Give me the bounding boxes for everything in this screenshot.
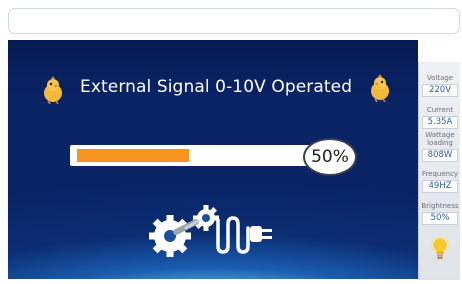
- stat-brightness: Brightness 50%: [419, 202, 461, 225]
- stat-label: Brightness: [421, 202, 459, 210]
- stat-wattage-loading: Wattage loading 808W: [419, 131, 461, 162]
- top-address-bar: [8, 8, 460, 34]
- status-side-panel: Voltage 220V Current 5.35A Wattage loadi…: [418, 62, 460, 280]
- progress-percent-badge: 50%: [303, 138, 357, 176]
- stat-value: 49HZ: [422, 180, 458, 193]
- stat-value: 808W: [422, 149, 458, 162]
- stat-value: 5.35A: [422, 116, 458, 129]
- main-screen: External Signal 0-10V Operated 50%: [8, 40, 418, 279]
- stat-label: Wattage loading: [425, 131, 455, 147]
- chick-icon: [371, 74, 389, 102]
- stat-label: Voltage: [426, 74, 454, 82]
- stat-value: 50%: [422, 212, 458, 225]
- chick-icon: [44, 76, 62, 104]
- progress-percent-label: 50%: [311, 147, 349, 167]
- stat-current: Current 5.35A: [419, 106, 461, 129]
- gear-plug-logo-icon: [149, 205, 272, 257]
- stat-label: Current: [426, 106, 454, 114]
- progress-bar: [70, 145, 315, 166]
- stat-value: 220V: [422, 84, 458, 97]
- progress-fill: [77, 149, 189, 162]
- stat-label: Frequency: [421, 170, 459, 178]
- page-title: External Signal 0-10V Operated: [80, 77, 353, 97]
- light-bulb-icon: [431, 236, 449, 259]
- stat-frequency: Frequency 49HZ: [419, 170, 461, 193]
- stat-voltage: Voltage 220V: [419, 74, 461, 97]
